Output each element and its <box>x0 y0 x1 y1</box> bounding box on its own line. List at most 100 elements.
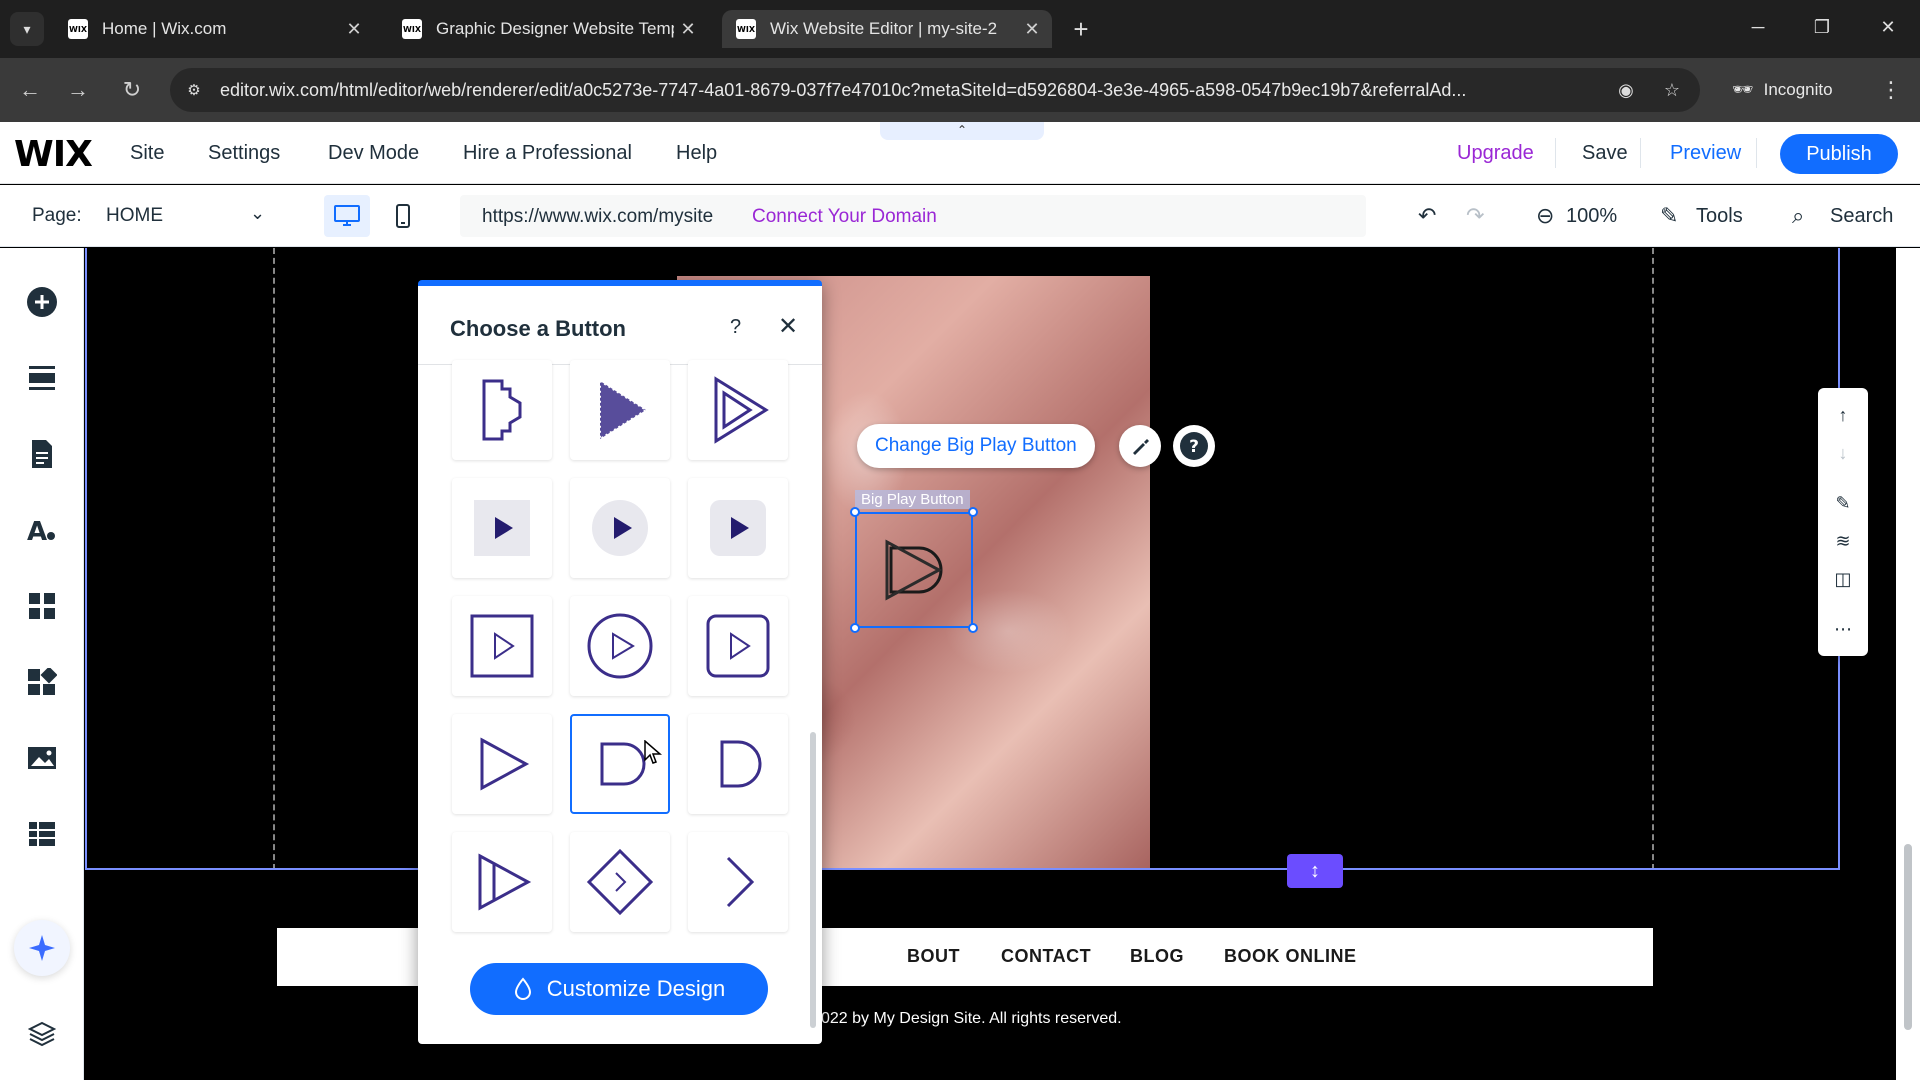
button-option[interactable] <box>452 596 552 696</box>
page-selector[interactable]: HOME <box>106 205 163 227</box>
panel-close-icon[interactable]: ✕ <box>778 312 798 341</box>
customize-design-button[interactable]: Customize Design <box>470 963 768 1015</box>
pages-icon[interactable] <box>22 434 62 474</box>
chevron-down-icon[interactable]: ⌄ <box>250 203 265 224</box>
close-tab-icon[interactable]: ✕ <box>674 19 702 40</box>
browser-tab-template[interactable]: WIX Graphic Designer Website Temp ✕ <box>388 10 708 48</box>
button-option[interactable] <box>688 832 788 932</box>
button-option[interactable] <box>452 360 552 460</box>
right-quick-toolbar: ↑ ↓ ✎ ≋ ◫ ⋯ <box>1818 388 1868 656</box>
layout-icon[interactable]: ◫ <box>1828 564 1858 594</box>
help-button[interactable]: ? <box>1173 425 1215 467</box>
mobile-view-button[interactable] <box>380 195 426 237</box>
upgrade-link[interactable]: Upgrade <box>1457 142 1534 165</box>
button-option[interactable] <box>688 478 788 578</box>
redo-icon[interactable]: ↷ <box>1466 199 1484 233</box>
button-option[interactable] <box>452 714 552 814</box>
menu-dev-mode[interactable]: Dev Mode <box>328 142 419 165</box>
button-option[interactable] <box>688 360 788 460</box>
eye-off-icon[interactable]: ◉ <box>1612 76 1640 104</box>
resize-handle[interactable] <box>968 507 978 517</box>
footer-menu-contact[interactable]: CONTACT <box>1001 946 1091 967</box>
button-option[interactable] <box>688 596 788 696</box>
button-option[interactable] <box>570 360 670 460</box>
panel-help-icon[interactable]: ? <box>730 316 741 339</box>
panel-scrollbar[interactable] <box>810 732 816 1028</box>
button-option[interactable] <box>452 832 552 932</box>
incognito-badge[interactable]: 🕶 Incognito <box>1722 68 1843 112</box>
resize-handle[interactable] <box>850 623 860 633</box>
double-play-icon <box>714 376 769 444</box>
restore-icon[interactable]: ❐ <box>1802 10 1842 44</box>
footer-menu-blog[interactable]: BLOG <box>1130 946 1184 967</box>
publish-button[interactable]: Publish <box>1780 134 1898 174</box>
menu-help[interactable]: Help <box>676 142 717 165</box>
design-brush-button[interactable] <box>1119 425 1161 467</box>
new-tab-icon[interactable]: + <box>1066 12 1096 46</box>
scrollbar-thumb[interactable] <box>1904 844 1912 1030</box>
menu-hire-professional[interactable]: Hire a Professional <box>463 142 632 165</box>
menu-site[interactable]: Site <box>130 142 164 165</box>
preview-button[interactable]: Preview <box>1670 142 1741 165</box>
add-section-icon[interactable] <box>22 358 62 398</box>
button-option[interactable] <box>570 596 670 696</box>
divider <box>1756 138 1757 168</box>
cms-icon[interactable] <box>22 814 62 854</box>
resize-handle[interactable] <box>968 623 978 633</box>
edit-pencil-icon[interactable]: ✎ <box>1828 488 1858 518</box>
browser-tab-editor[interactable]: WIX Wix Website Editor | my-site-2 ✕ <box>722 10 1052 48</box>
omnibox[interactable]: ⚙ editor.wix.com/html/editor/web/rendere… <box>170 68 1700 112</box>
browser-tab-home[interactable]: WIX Home | Wix.com ✕ <box>54 10 374 48</box>
menu-settings[interactable]: Settings <box>208 142 280 165</box>
close-tab-icon[interactable]: ✕ <box>340 19 368 40</box>
search-icon[interactable]: ⌕ <box>1792 199 1804 233</box>
layers-icon[interactable] <box>22 1014 62 1054</box>
url-text[interactable]: editor.wix.com/html/editor/web/renderer/… <box>220 80 1590 101</box>
ai-assistant-button[interactable] <box>14 920 70 976</box>
move-forward-icon[interactable]: ↑ <box>1828 400 1858 430</box>
move-backward-icon[interactable]: ↓ <box>1828 438 1858 468</box>
design-icon[interactable]: A <box>22 510 62 550</box>
close-tab-icon[interactable]: ✕ <box>1018 19 1046 40</box>
zoom-level[interactable]: 100% <box>1566 205 1617 228</box>
button-option[interactable] <box>688 714 788 814</box>
section-resize-handle[interactable]: ↕ <box>1287 854 1343 888</box>
more-options-icon[interactable]: ⋯ <box>1828 614 1858 644</box>
minimize-icon[interactable]: ─ <box>1738 10 1778 44</box>
tab-search-button[interactable]: ▾ <box>10 12 44 46</box>
resize-handle[interactable] <box>850 507 860 517</box>
tools-icon[interactable]: ✎ <box>1660 199 1678 233</box>
back-icon[interactable]: ← <box>14 74 46 106</box>
selected-element[interactable] <box>855 512 973 628</box>
add-elements-icon[interactable] <box>22 282 62 322</box>
connect-domain-link[interactable]: Connect Your Domain <box>752 206 937 228</box>
site-url: https://www.wix.com/mysite <box>482 206 714 227</box>
canvas-scrollbar[interactable] <box>1896 248 1920 1080</box>
apps-icon[interactable] <box>22 586 62 626</box>
zoom-out-icon[interactable]: ⊖ <box>1536 199 1554 233</box>
search-button[interactable]: Search <box>1830 205 1893 228</box>
business-apps-icon[interactable] <box>22 662 62 702</box>
footer-menu-about[interactable]: BOUT <box>907 946 960 967</box>
wix-logo[interactable]: WIX <box>14 134 93 175</box>
bookmark-star-icon[interactable]: ☆ <box>1658 76 1686 104</box>
button-option[interactable] <box>452 478 552 578</box>
footer-menu-book-online[interactable]: BOOK ONLINE <box>1224 946 1357 967</box>
tools-button[interactable]: Tools <box>1696 205 1743 228</box>
collapse-toolbar-icon[interactable]: ⌃ <box>880 122 1044 140</box>
reload-icon[interactable]: ↻ <box>116 74 148 106</box>
forward-icon[interactable]: → <box>62 74 94 106</box>
change-big-play-button[interactable]: Change Big Play Button <box>857 424 1095 468</box>
window-close-icon[interactable]: ✕ <box>1868 10 1908 44</box>
browser-menu-icon[interactable]: ⋮ <box>1876 74 1906 106</box>
layers-icon[interactable]: ≋ <box>1828 526 1858 556</box>
save-button[interactable]: Save <box>1582 142 1628 165</box>
dotted-play-icon <box>599 379 648 441</box>
button-option[interactable] <box>570 478 670 578</box>
undo-icon[interactable]: ↶ <box>1418 199 1436 233</box>
editor-canvas[interactable]: Change Big Play Button ? Big Play Button… <box>85 248 1840 1080</box>
desktop-view-button[interactable] <box>324 195 370 237</box>
site-info-icon[interactable]: ⚙ <box>180 76 208 104</box>
button-option[interactable] <box>570 832 670 932</box>
media-icon[interactable] <box>22 738 62 778</box>
